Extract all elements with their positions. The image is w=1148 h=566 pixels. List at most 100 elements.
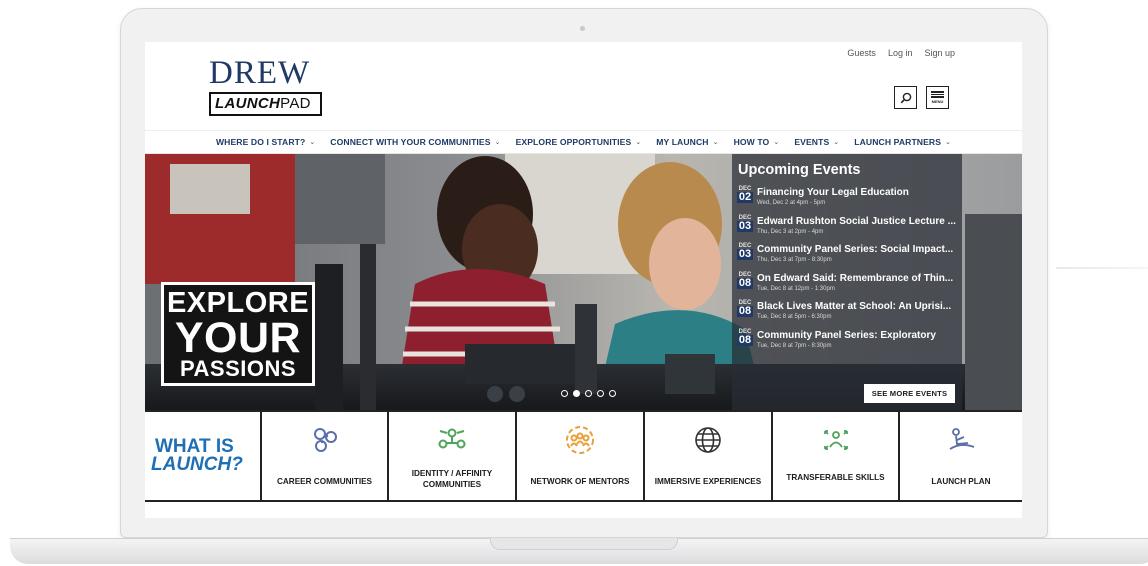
- tile-immersive-experiences[interactable]: IMMERSIVE EXPERIENCES: [643, 412, 771, 500]
- upcoming-events-panel: Upcoming Events DEC 02 Financing Your Leg…: [732, 154, 962, 410]
- event-time: Wed, Dec 2 at 4pm - 5pm: [757, 200, 826, 206]
- chevron-down-icon: ⌄: [635, 139, 642, 146]
- tile-label: CAREER COMMUNITIES: [276, 477, 373, 486]
- mentor-circle-icon: [560, 422, 600, 458]
- slider-dot-active[interactable]: [573, 390, 580, 397]
- nav-how-to[interactable]: HOW TO ⌄: [734, 137, 780, 147]
- slider-dot[interactable]: [561, 390, 568, 397]
- menu-label: MENU: [931, 98, 944, 104]
- event-day: 03: [737, 219, 753, 232]
- search-button[interactable]: [894, 86, 917, 109]
- nav-label: EXPLORE OPPORTUNITIES: [515, 137, 632, 147]
- globe-icon: [688, 422, 728, 458]
- event-day: 08: [737, 276, 753, 289]
- nav-label: HOW TO: [733, 137, 770, 147]
- slider-dot[interactable]: [609, 390, 616, 397]
- tile-transferable-skills[interactable]: TRANSFERABLE SKILLS: [771, 412, 898, 500]
- account-links: Guests Log in Sign up: [847, 48, 955, 58]
- logo-launchpad[interactable]: LAUNCH PAD: [209, 92, 322, 116]
- nav-connect-communities[interactable]: CONNECT WITH YOUR COMMUNITIES ⌄: [330, 137, 500, 147]
- tile-label: NETWORK OF MENTORS: [530, 477, 630, 486]
- hero-line-2: YOUR: [174, 313, 302, 362]
- events-title: Upcoming Events: [738, 162, 861, 178]
- chain-links-icon: [305, 422, 345, 458]
- slider-dot[interactable]: [597, 390, 604, 397]
- event-title: Edward Rushton Social Justice Lecture ..…: [757, 215, 956, 227]
- event-day: 02: [737, 191, 753, 203]
- event-text: Black Lives Matter at School: An Uprisi.…: [757, 300, 957, 321]
- hamburger-bar: [931, 96, 944, 98]
- event-time: Thu, Dec 3 at 7pm - 8:30pm: [757, 257, 832, 263]
- event-title: Black Lives Matter at School: An Uprisi.…: [757, 301, 952, 312]
- event-text: On Edward Said: Remembrance of Thin... Tu…: [757, 272, 957, 293]
- logo-pad-text: PAD: [280, 95, 311, 112]
- nav-launch-partners[interactable]: LAUNCH PARTNERS ⌄: [854, 137, 951, 147]
- event-item[interactable]: DEC 02 Financing Your Legal Education Wed,…: [737, 186, 957, 215]
- chevron-down-icon: ⌄: [712, 139, 719, 146]
- event-day: 08: [737, 333, 753, 346]
- event-date: DEC 08: [737, 329, 753, 346]
- event-date: DEC 08: [737, 300, 753, 317]
- website-screen: DREW LAUNCH PAD Guests Log in Sign up MEN…: [145, 42, 1022, 518]
- event-item[interactable]: DEC 03 Community Panel Series: Social Imp…: [737, 243, 957, 272]
- event-item[interactable]: DEC 03 Edward Rushton Social Justice Lect…: [737, 215, 957, 244]
- main-nav: WHERE DO I START? ⌄ CONNECT WITH YOUR COM…: [145, 130, 1022, 154]
- event-item[interactable]: DEC 08 Black Lives Matter at School: An U…: [737, 300, 957, 329]
- nav-where-do-i-start[interactable]: WHERE DO I START? ⌄: [216, 137, 315, 147]
- person-reclining-icon: [941, 422, 981, 458]
- tile-career-communities[interactable]: CAREER COMMUNITIES: [260, 412, 387, 500]
- chevron-down-icon: ⌄: [773, 139, 780, 146]
- tile-label: IMMERSIVE EXPERIENCES: [654, 477, 762, 486]
- tile-network-mentors[interactable]: NETWORK OF MENTORS: [515, 412, 643, 500]
- nav-label: WHERE DO I START?: [215, 137, 306, 147]
- event-text: Financing Your Legal Education Wed, Dec 2…: [757, 186, 957, 207]
- explore-passions-badge: EXPLORE YOUR PASSIONS: [161, 282, 315, 386]
- hero-line-3: PASSIONS: [179, 355, 297, 381]
- nav-label: LAUNCH PARTNERS: [854, 137, 942, 147]
- tile-label: IDENTITY / AFFINITY COMMUNITIES: [411, 469, 493, 489]
- event-item[interactable]: DEC 08 On Edward Said: Remembrance of Thi…: [737, 272, 957, 301]
- login-link[interactable]: Log in: [888, 48, 913, 58]
- logo-drew[interactable]: DREW: [209, 56, 310, 90]
- event-time: Thu, Dec 3 at 2pm - 4pm: [757, 228, 824, 235]
- tile-label: TRANSFERABLE SKILLS: [786, 473, 885, 482]
- search-icon: [900, 92, 911, 103]
- page-background: DREW LAUNCH PAD Guests Log in Sign up MEN…: [0, 0, 1148, 566]
- event-title: Financing Your Legal Education: [757, 187, 909, 198]
- chevron-down-icon: ⌄: [833, 139, 840, 146]
- menu-button[interactable]: MENU: [926, 86, 949, 109]
- event-title: Community Panel Series: Social Impact...: [757, 244, 954, 255]
- event-date: DEC 03: [737, 215, 753, 232]
- event-day: 08: [737, 305, 753, 317]
- nav-label: CONNECT WITH YOUR COMMUNITIES: [330, 137, 491, 147]
- logo-launch-text: LAUNCH: [215, 95, 281, 112]
- laptop-notch: [490, 538, 678, 550]
- tile-identity-affinity[interactable]: IDENTITY / AFFINITY COMMUNITIES: [387, 412, 515, 500]
- event-time: Tue, Dec 8 at 5pm - 6:30pm: [757, 314, 832, 320]
- tile-launch-plan[interactable]: LAUNCH PLAN: [898, 412, 1022, 500]
- launch-label: LAUNCH?: [151, 454, 243, 475]
- event-title: On Edward Said: Remembrance of Thin...: [757, 272, 954, 284]
- tile-what-is-launch[interactable]: WHAT IS LAUNCH?: [145, 412, 260, 500]
- signup-link[interactable]: Sign up: [924, 48, 955, 58]
- hero-banner: EXPLORE YOUR PASSIONS Upcoming Events DE…: [145, 154, 1022, 410]
- camera-icon: [580, 26, 585, 31]
- see-more-events-button[interactable]: SEE MORE EVENTS: [864, 384, 955, 403]
- hamburger-icon: [931, 91, 944, 93]
- guests-link[interactable]: Guests: [847, 48, 876, 58]
- event-text: Community Panel Series: Social Impact...…: [757, 243, 957, 264]
- nav-my-launch[interactable]: MY LAUNCH ⌄: [656, 137, 718, 147]
- person-arrows-icon: [816, 422, 856, 458]
- hamburger-bar: [931, 93, 944, 96]
- event-title: Community Panel Series: Exploratory: [757, 329, 936, 341]
- launch-tiles: WHAT IS LAUNCH? CAREER COMMUNITIES IDENT…: [145, 410, 1022, 502]
- event-time: Tue, Dec 8 at 12pm - 1:30pm: [757, 285, 835, 292]
- chevron-down-icon: ⌄: [494, 139, 501, 146]
- event-date: DEC 02: [737, 186, 753, 203]
- slider-dot[interactable]: [585, 390, 592, 397]
- chevron-down-icon: ⌄: [309, 139, 316, 146]
- nav-events[interactable]: EVENTS ⌄: [794, 137, 839, 147]
- nav-explore-opportunities[interactable]: EXPLORE OPPORTUNITIES ⌄: [516, 137, 642, 147]
- event-item[interactable]: DEC 08 Community Panel Series: Explorator…: [737, 329, 957, 358]
- event-date: DEC 03: [737, 243, 753, 260]
